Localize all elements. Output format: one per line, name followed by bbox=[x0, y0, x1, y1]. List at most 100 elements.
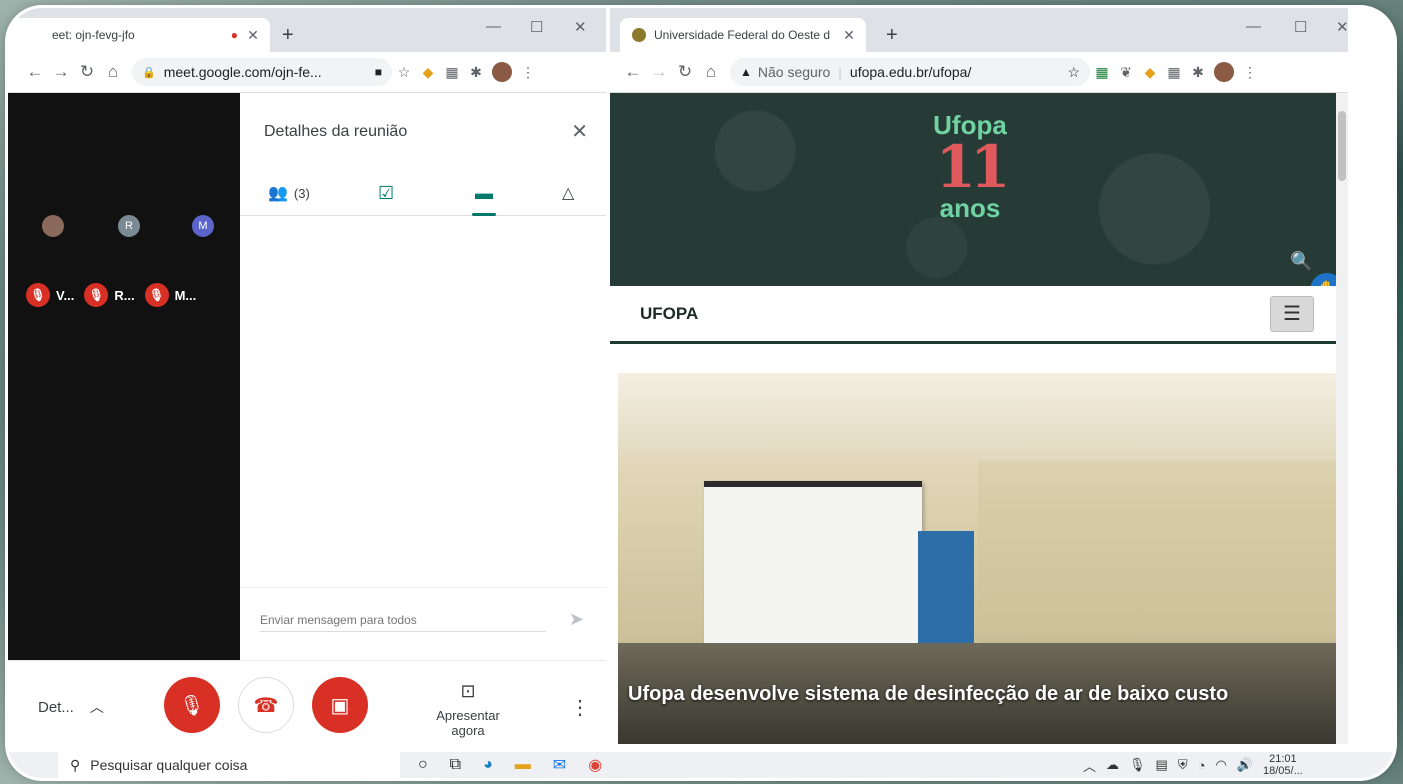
chevron-up-icon[interactable]: ︿ bbox=[1083, 756, 1096, 775]
tab-chat[interactable]: ▬ bbox=[472, 171, 496, 216]
recording-dot-icon: ● bbox=[230, 28, 238, 42]
forward-icon[interactable]: → bbox=[48, 62, 74, 82]
news-hero-image[interactable]: Ufopa desenvolve sistema de desinfecção … bbox=[618, 373, 1336, 744]
ufopa-tab-title: Universidade Federal do Oeste d bbox=[654, 28, 831, 42]
scrollbar-thumb[interactable] bbox=[1338, 111, 1346, 181]
shapes-icon: △ bbox=[562, 185, 575, 202]
camera-toggle-button[interactable]: ▣ bbox=[312, 677, 368, 733]
profile-avatar[interactable] bbox=[492, 62, 512, 82]
defender-icon[interactable]: ⛨ bbox=[1178, 757, 1188, 773]
muted-mic-icon: 🎙 bbox=[84, 283, 109, 307]
news-headline[interactable]: Ufopa desenvolve sistema de desinfecção … bbox=[628, 683, 1228, 706]
camera-indicator-icon[interactable]: ■ bbox=[375, 65, 382, 79]
wifi-icon[interactable]: ◠ bbox=[1215, 757, 1226, 773]
participant-name: M... bbox=[174, 287, 197, 303]
participant-tile-3[interactable]: 🎙 M... bbox=[144, 283, 197, 307]
tab-activities-shapes[interactable]: △ bbox=[562, 171, 574, 215]
display-icon[interactable]: ▤ bbox=[1156, 757, 1168, 773]
meet-control-bar: Det... ︿ 🎙 ☎ ▣ ⊡ Apresentar agora ⋮ bbox=[8, 660, 606, 751]
meet-tab[interactable]: eet: ojn-fevg-jfo ● ✕ bbox=[8, 18, 270, 52]
edge-icon[interactable]: ◕ bbox=[483, 756, 493, 774]
page-scrollbar[interactable] bbox=[1336, 93, 1348, 744]
ufopa-maximize-icon[interactable]: ☐ bbox=[1294, 18, 1307, 36]
ufopa-tab-close-icon[interactable]: ✕ bbox=[840, 27, 858, 44]
search-icon[interactable]: 🔍 bbox=[1290, 251, 1312, 272]
projection-screen bbox=[704, 481, 922, 657]
bookmark-star-icon[interactable]: ☆ bbox=[392, 63, 416, 81]
details-panel-title: Detalhes da reunião bbox=[264, 123, 408, 140]
tab-activities[interactable]: ☑ bbox=[378, 171, 394, 215]
chrome-icon[interactable]: ◉ bbox=[588, 755, 602, 775]
screen: eet: ojn-fevg-jfo ● ✕ + — ☐ ✕ ← → ↻ ⌂ 🔒 … bbox=[8, 8, 1394, 778]
ufopa-close-window-icon[interactable]: ✕ bbox=[1336, 18, 1348, 36]
lock-icon: 🔒 bbox=[142, 66, 156, 79]
ufopa-toolbar: ← → ↻ ⌂ ▲ Não seguro | ufopa.edu.br/ufop… bbox=[610, 52, 1348, 92]
details-tabs: 👥 (3) ☑ ▬ △ bbox=[240, 171, 606, 216]
meet-minimize-icon[interactable]: — bbox=[486, 18, 501, 35]
ufopa-address-bar[interactable]: ▲ Não seguro | ufopa.edu.br/ufopa/ ☆ bbox=[730, 58, 1090, 86]
profile-avatar[interactable] bbox=[1214, 62, 1234, 82]
grid-extension-icon[interactable]: ▦ bbox=[440, 63, 464, 81]
hamburger-menu-icon[interactable]: ☰ bbox=[1270, 296, 1314, 332]
reload-icon[interactable]: ↻ bbox=[672, 62, 698, 82]
back-icon[interactable]: ← bbox=[620, 62, 646, 82]
leaf-extension-icon[interactable]: ❦ bbox=[1114, 63, 1138, 81]
more-options-icon[interactable]: ⋮ bbox=[570, 695, 590, 720]
volume-icon[interactable]: 🔊 bbox=[1237, 757, 1253, 773]
site-brand[interactable]: UFOPA bbox=[640, 304, 698, 324]
meet-tab-bar: eet: ojn-fevg-jfo ● ✕ + — ☐ ✕ bbox=[8, 8, 606, 52]
taskbar-search[interactable]: ⚲ Pesquisar qualquer coisa bbox=[58, 752, 400, 778]
meet-maximize-icon[interactable]: ☐ bbox=[530, 18, 543, 36]
grid-extension-icon[interactable]: ▦ bbox=[1162, 63, 1186, 81]
mail-icon[interactable]: ✉ bbox=[553, 755, 566, 775]
home-icon[interactable]: ⌂ bbox=[698, 62, 724, 82]
chat-message-input[interactable] bbox=[260, 609, 546, 632]
ufopa-tab[interactable]: Universidade Federal do Oeste d ✕ bbox=[620, 18, 866, 52]
meet-new-tab-button[interactable]: + bbox=[282, 25, 294, 45]
chrome-menu-icon[interactable]: ⋮ bbox=[516, 63, 540, 81]
puzzle-extensions-icon[interactable]: ✱ bbox=[1186, 63, 1210, 81]
onedrive-icon[interactable]: ☁ bbox=[1106, 757, 1119, 773]
file-explorer-icon[interactable]: ▬ bbox=[515, 756, 531, 774]
participant-name: V... bbox=[56, 287, 75, 303]
present-screen-icon: ⊡ bbox=[460, 681, 476, 701]
ufopa-page: Ufopa 11 anos 🔍 ✋ UFOPA ☰ Ufopa desenvol… bbox=[610, 93, 1336, 744]
muted-mic-icon: 🎙 bbox=[144, 283, 169, 307]
meet-close-window-icon[interactable]: ✕ bbox=[574, 18, 587, 36]
details-button-label: Det... bbox=[38, 698, 74, 716]
shield-extension-icon[interactable]: ◆ bbox=[416, 63, 440, 81]
people-count: (3) bbox=[293, 185, 310, 201]
clock[interactable]: 21:01 18/05/... bbox=[1263, 753, 1303, 777]
puzzle-extensions-icon[interactable]: ✱ bbox=[464, 63, 488, 81]
meet-tab-close-icon[interactable]: ✕ bbox=[244, 27, 262, 44]
logo-anos-text: anos bbox=[939, 193, 1001, 223]
sheets-extension-icon[interactable]: ▦ bbox=[1090, 63, 1114, 81]
reload-icon[interactable]: ↻ bbox=[74, 62, 100, 82]
leave-call-button[interactable]: ☎ bbox=[238, 677, 294, 733]
ufopa-new-tab-button[interactable]: + bbox=[886, 25, 898, 45]
microphone-icon[interactable]: 🎙 bbox=[1129, 757, 1146, 773]
details-close-icon[interactable]: ✕ bbox=[571, 119, 588, 144]
home-icon[interactable]: ⌂ bbox=[100, 62, 126, 82]
present-now-button[interactable]: ⊡ Apresentar agora bbox=[418, 681, 518, 738]
task-view-icon[interactable]: ⧉ bbox=[450, 756, 461, 774]
participant-avatar-1 bbox=[42, 215, 64, 237]
chrome-menu-icon[interactable]: ⋮ bbox=[1238, 63, 1262, 81]
shield-extension-icon[interactable]: ◆ bbox=[1138, 63, 1162, 81]
send-icon[interactable]: ➤ bbox=[569, 609, 584, 630]
forward-icon[interactable]: → bbox=[646, 62, 672, 82]
back-icon[interactable]: ← bbox=[22, 62, 48, 82]
meet-address-bar[interactable]: 🔒 meet.google.com/ojn-fe... ■ bbox=[132, 58, 392, 86]
participant-tile-2[interactable]: 🎙 R... bbox=[84, 283, 135, 307]
meeting-details-toggle[interactable]: Det... ︿ bbox=[38, 697, 104, 717]
participant-tile-1[interactable]: 🎙 V... bbox=[26, 283, 74, 307]
meet-tab-title: eet: ojn-fevg-jfo bbox=[52, 28, 135, 42]
meet-toolbar: ← → ↻ ⌂ 🔒 meet.google.com/ojn-fe... ■ ☆ … bbox=[8, 52, 606, 92]
ufopa-minimize-icon[interactable]: — bbox=[1246, 18, 1261, 35]
mic-toggle-button[interactable]: 🎙 bbox=[164, 677, 220, 733]
tab-people[interactable]: 👥 (3) bbox=[268, 171, 310, 215]
network-icon[interactable]: ◔ bbox=[1198, 758, 1206, 773]
bookmark-star-icon[interactable]: ☆ bbox=[1067, 64, 1080, 81]
cortana-icon[interactable]: ○ bbox=[418, 756, 428, 774]
ufopa-11-anos-logo[interactable]: Ufopa 11 anos bbox=[910, 111, 1030, 221]
